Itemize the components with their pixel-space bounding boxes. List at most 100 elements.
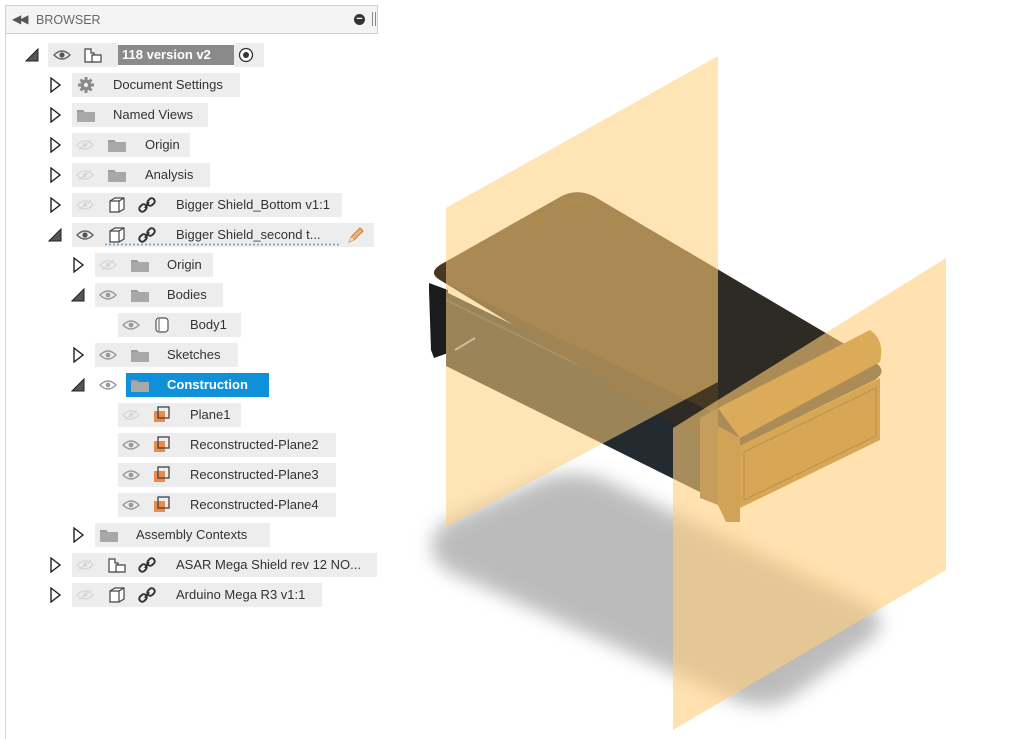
component-icon (107, 226, 127, 244)
wavy-underline (104, 243, 340, 246)
tree-node-reconstructed-plane3[interactable]: Reconstructed-Plane3 (0, 463, 380, 487)
tree-node-label: Construction (167, 377, 248, 392)
folder-icon (130, 286, 150, 304)
tree-node-label: Sketches (167, 347, 221, 362)
tree-node-sketches[interactable]: Sketches (0, 343, 380, 367)
construction-plane-icon (152, 406, 172, 424)
tree-node-named-views[interactable]: Named Views (0, 103, 380, 127)
minus-circle-icon[interactable]: − (354, 14, 365, 25)
eye-icon[interactable] (122, 499, 140, 511)
folder-icon (107, 136, 127, 154)
link-icon (137, 196, 157, 214)
folder-icon (107, 166, 127, 184)
expand-arrow-icon[interactable] (71, 346, 85, 364)
tree-node-arduino-mega[interactable]: Arduino Mega R3 v1:1 (0, 583, 380, 607)
tree-node-label: Body1 (190, 317, 227, 332)
assembly-icon (83, 46, 103, 64)
collapse-arrow-icon[interactable] (70, 377, 85, 393)
eye-hidden-icon[interactable] (76, 139, 94, 151)
box-left-end (429, 283, 448, 358)
edit-pencil-icon (346, 226, 366, 244)
tree-node-bigger-shield-bottom[interactable]: Bigger Shield_Bottom v1:1 (0, 193, 380, 217)
link-icon (137, 586, 157, 604)
folder-icon (130, 256, 150, 274)
tree-node-label: ASAR Mega Shield rev 12 NO... (176, 557, 361, 572)
tree-node-origin[interactable]: Origin (0, 133, 380, 157)
folder-icon (76, 106, 96, 124)
tree-node-label: Reconstructed-Plane2 (190, 437, 319, 452)
component-icon (107, 196, 127, 214)
tree-node-plane1[interactable]: Plane1 (0, 403, 380, 427)
tree-node-label: Bigger Shield_Bottom v1:1 (176, 197, 330, 212)
tree-node-label: 118 version v2 (122, 47, 211, 62)
tree-node-analysis[interactable]: Analysis (0, 163, 380, 187)
eye-hidden-icon[interactable] (76, 169, 94, 181)
panel-title: BROWSER (36, 13, 101, 27)
tree-node-bodies[interactable]: Bodies (0, 283, 380, 307)
tree-node-reconstructed-plane4[interactable]: Reconstructed-Plane4 (0, 493, 380, 517)
tree-node-body1[interactable]: Body1 (0, 313, 380, 337)
tree-node-document-settings[interactable]: Document Settings (0, 73, 380, 97)
eye-icon[interactable] (99, 349, 117, 361)
eye-icon[interactable] (52, 49, 72, 61)
tree-node-label: Reconstructed-Plane4 (190, 497, 319, 512)
tree-node-label: Origin (145, 137, 180, 152)
eye-hidden-icon[interactable] (99, 259, 117, 271)
gear-icon (76, 76, 96, 94)
tree-node-label: Arduino Mega R3 v1:1 (176, 587, 306, 602)
collapse-arrow-icon[interactable] (70, 287, 85, 303)
construction-plane-icon (152, 436, 172, 454)
eye-icon[interactable] (99, 379, 117, 391)
tree-node-construction[interactable]: Construction (0, 373, 380, 397)
tree-node-reconstructed-plane2[interactable]: Reconstructed-Plane2 (0, 433, 380, 457)
expand-arrow-icon[interactable] (48, 106, 62, 124)
expand-arrow-icon[interactable] (71, 526, 85, 544)
eye-icon[interactable] (75, 229, 95, 241)
tree-node-label: Bodies (167, 287, 207, 302)
eye-hidden-icon[interactable] (76, 199, 94, 211)
expand-arrow-icon[interactable] (71, 256, 85, 274)
tree-node-label: Origin (167, 257, 202, 272)
eye-icon[interactable] (122, 469, 140, 481)
folder-icon (99, 526, 119, 544)
eye-hidden-icon[interactable] (76, 559, 94, 571)
link-icon (137, 226, 157, 244)
browser-header: ◀◀ BROWSER − (5, 5, 378, 34)
expand-arrow-icon[interactable] (48, 166, 62, 184)
link-icon (137, 556, 157, 574)
eye-icon[interactable] (122, 319, 140, 331)
folder-icon (130, 376, 150, 394)
expand-arrow-icon[interactable] (48, 586, 62, 604)
folder-icon (130, 346, 150, 364)
tree-node-label: Reconstructed-Plane3 (190, 467, 319, 482)
construction-plane-icon (152, 496, 172, 514)
expand-arrow-icon[interactable] (48, 136, 62, 154)
tree-node-asar-mega-shield[interactable]: ASAR Mega Shield rev 12 NO... (0, 553, 380, 577)
tree-node-label: Document Settings (113, 77, 223, 92)
tree-node-child-origin[interactable]: Origin (0, 253, 380, 277)
tree-node-label: Bigger Shield_second t... (176, 227, 321, 242)
eye-icon[interactable] (99, 289, 117, 301)
eye-hidden-icon[interactable] (122, 409, 140, 421)
tree-node-label: Plane1 (190, 407, 231, 422)
expand-arrow-icon[interactable] (48, 556, 62, 574)
collapse-arrow-icon[interactable] (47, 227, 62, 243)
tree-node-label: Assembly Contexts (136, 527, 248, 542)
tree-node-bigger-shield-second[interactable]: Bigger Shield_second t... (0, 223, 380, 247)
tree-node-root[interactable]: 118 version v2 (0, 43, 380, 67)
body-icon (152, 316, 172, 334)
tree-node-assembly-contexts[interactable]: Assembly Contexts (0, 523, 380, 547)
tree-node-label: Named Views (113, 107, 193, 122)
eye-hidden-icon[interactable] (76, 589, 94, 601)
activate-radio-icon[interactable] (236, 46, 256, 64)
expand-arrow-icon[interactable] (48, 196, 62, 214)
collapse-arrow-icon[interactable] (24, 47, 39, 63)
expand-arrow-icon[interactable] (48, 76, 62, 94)
eye-icon[interactable] (122, 439, 140, 451)
construction-plane-icon (152, 466, 172, 484)
assembly-icon (107, 556, 127, 574)
collapse-panel-icon[interactable]: ◀◀ (12, 12, 29, 26)
component-icon (107, 586, 127, 604)
panel-pin-icon[interactable] (372, 12, 376, 26)
tree-node-label: Analysis (145, 167, 194, 182)
